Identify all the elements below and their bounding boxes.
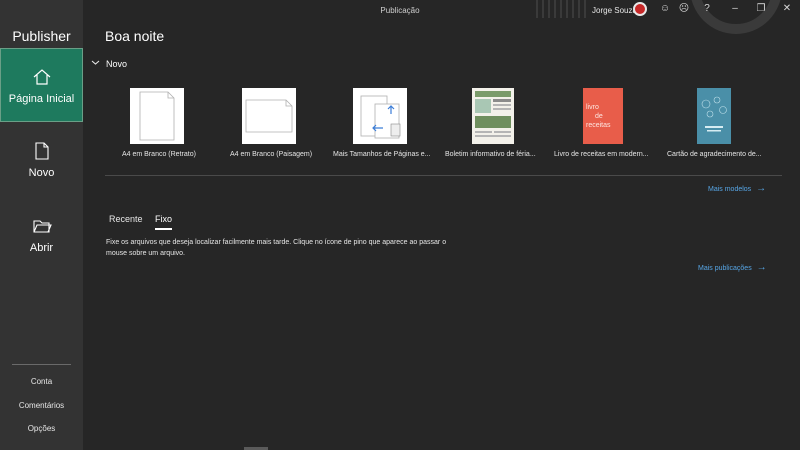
- frown-icon[interactable]: ☹: [678, 3, 690, 15]
- sidebar: Publisher Página Inicial Novo Abrir Cont…: [0, 0, 83, 450]
- chevron-down-icon[interactable]: [91, 58, 100, 69]
- template-thumbnail: [130, 88, 184, 144]
- arrow-right-icon: →: [756, 262, 767, 273]
- template-thumbnail: [353, 88, 407, 144]
- sidebar-item-open[interactable]: Abrir: [0, 216, 83, 266]
- recipe-cover-line: receitas: [586, 122, 611, 129]
- folder-icon: [32, 220, 52, 233]
- template-label: Livro de receitas em modern...: [554, 151, 649, 158]
- pinned-help-text: Fixe os arquivos que deseja localizar fa…: [106, 239, 447, 257]
- sidebar-divider: [12, 364, 71, 365]
- feedback-link[interactable]: Comentários: [0, 401, 83, 410]
- tab-recent[interactable]: Recente: [109, 214, 143, 224]
- more-templates-link[interactable]: Mais modelos →: [708, 183, 766, 194]
- tab-active-underline: [155, 228, 172, 230]
- recipe-cover-line: de: [595, 113, 603, 120]
- sidebar-item-label: Novo: [28, 167, 55, 179]
- arrow-right-icon: →: [756, 183, 767, 194]
- template-thumbnail: livro de receitas: [583, 88, 623, 144]
- help-icon[interactable]: ?: [701, 3, 713, 15]
- sidebar-item-home[interactable]: Página Inicial: [0, 48, 83, 122]
- section-divider: [105, 175, 782, 176]
- sidebar-item-label: Página Inicial: [8, 93, 75, 105]
- greeting: Boa noite: [105, 28, 165, 44]
- account-link[interactable]: Conta: [0, 377, 83, 386]
- options-link[interactable]: Opções: [0, 424, 83, 433]
- template-label: A4 em Branco (Paisagem): [230, 151, 313, 158]
- sidebar-item-new[interactable]: Novo: [0, 141, 83, 191]
- template-thumbnail: [472, 88, 514, 144]
- template-thumbnail: [242, 88, 296, 144]
- home-icon: [33, 69, 50, 85]
- restore-icon[interactable]: ❐: [755, 3, 767, 15]
- more-publications-link[interactable]: Mais publicações →: [698, 262, 767, 273]
- sidebar-item-label: Abrir: [29, 242, 54, 254]
- title-decoration: [536, 0, 586, 18]
- user-name[interactable]: Jorge Souza: [592, 6, 637, 15]
- more-publications-label: Mais publicações: [698, 265, 752, 272]
- more-templates-label: Mais modelos: [708, 186, 752, 193]
- template-label: Boletim informativo de féria...: [445, 151, 536, 158]
- smile-icon[interactable]: ☺: [659, 3, 671, 15]
- recipe-cover-line: livro: [586, 104, 599, 111]
- template-label: Mais Tamanhos de Páginas e...: [333, 151, 431, 158]
- template-thumbnail: [697, 88, 731, 144]
- new-document-icon: [34, 142, 49, 160]
- close-icon[interactable]: ✕: [781, 3, 793, 15]
- section-title-new: Novo: [106, 59, 128, 69]
- app-name: Publisher: [12, 28, 71, 44]
- template-label: Cartão de agradecimento de...: [667, 151, 762, 158]
- tab-pinned[interactable]: Fixo: [155, 214, 172, 224]
- minimize-icon[interactable]: –: [729, 3, 741, 15]
- template-label: A4 em Branco (Retrato): [122, 151, 196, 158]
- avatar[interactable]: [633, 2, 647, 16]
- window-title: Publicação: [380, 6, 420, 15]
